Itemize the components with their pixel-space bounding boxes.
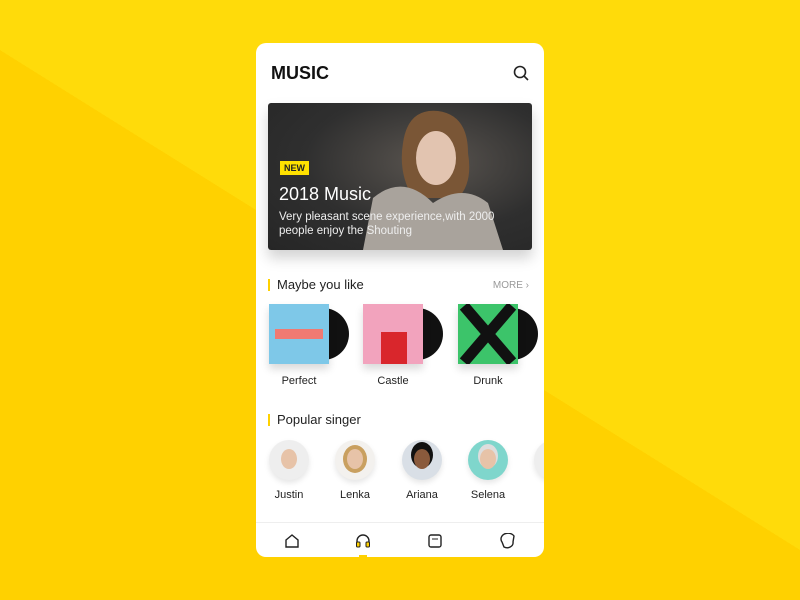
singer-item[interactable]: Lenka <box>325 440 385 501</box>
singer-avatar <box>269 440 309 480</box>
singer-avatar <box>402 440 442 480</box>
album-cover <box>363 304 423 364</box>
album-cover <box>458 302 518 366</box>
search-icon[interactable] <box>513 65 529 81</box>
more-label: MORE <box>492 280 523 291</box>
album-title: Perfect <box>281 375 317 387</box>
page-title: MUSIC <box>271 63 329 83</box>
active-tab-indicator <box>359 555 367 557</box>
singer-avatar <box>335 440 375 480</box>
album-title: Castle <box>377 375 409 387</box>
section-title-maybe: Maybe you like <box>268 278 364 291</box>
banner-subtitle: Very pleasant scene experience,with 2000… <box>279 211 495 237</box>
album-cover <box>269 304 329 364</box>
singer-name: Ariana <box>406 489 438 501</box>
singer-item[interactable]: Selena <box>458 440 518 501</box>
featured-banner[interactable]: NEW 2018 Music Very pleasant scene exper… <box>268 103 532 250</box>
home-icon[interactable] <box>284 533 300 549</box>
banner-title: 2018 Music <box>279 184 372 204</box>
headphones-icon[interactable] <box>355 533 371 549</box>
new-badge: NEW <box>280 161 309 175</box>
bottom-nav <box>256 522 544 557</box>
singer-avatar <box>468 440 508 480</box>
notes-icon[interactable] <box>427 533 443 549</box>
singer-name: Lenka <box>340 489 370 501</box>
singer-name: Justin <box>274 489 304 501</box>
singer-item[interactable]: Ariana <box>392 440 452 501</box>
music-app-card: MUSIC NEW 2018 Music Very pleasant scene… <box>256 43 544 557</box>
singer-avatar <box>534 440 544 480</box>
singer-item[interactable]: A <box>524 440 544 501</box>
section-title-singers: Popular singer <box>268 413 361 426</box>
singer-name: Selena <box>470 489 506 501</box>
more-link[interactable]: MORE › <box>493 280 529 291</box>
chevron-right-icon: › <box>525 280 529 291</box>
singer-item[interactable]: Justin <box>259 440 319 501</box>
singer-name: A <box>524 489 544 501</box>
album-title: Drunk <box>473 375 503 387</box>
chat-icon[interactable] <box>500 533 516 549</box>
